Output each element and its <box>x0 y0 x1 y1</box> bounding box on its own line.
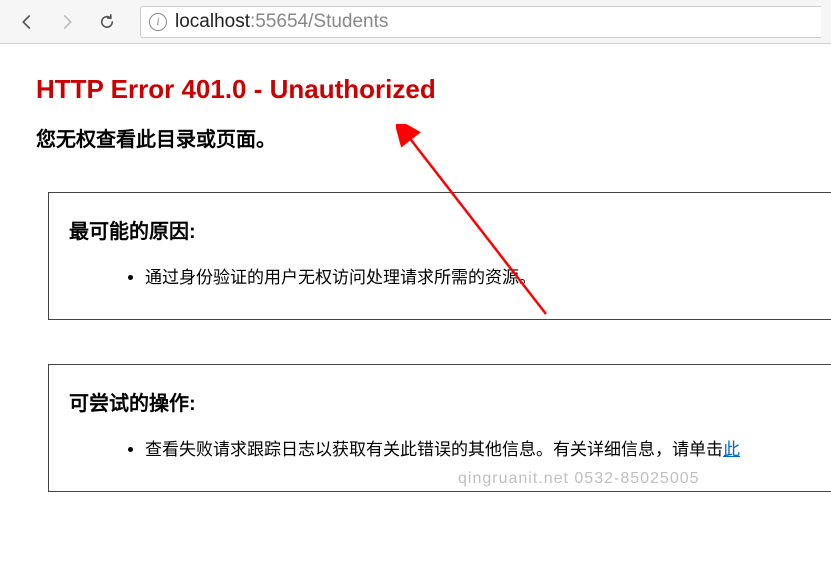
actions-title: 可尝试的操作: <box>69 387 831 416</box>
action-text: 查看失败请求跟踪日志以获取有关此错误的其他信息。有关详细信息，请单击 <box>145 440 723 459</box>
actions-section: 可尝试的操作: 查看失败请求跟踪日志以获取有关此错误的其他信息。有关详细信息，请… <box>48 364 831 492</box>
forward-button[interactable] <box>50 7 84 37</box>
causes-list: 通过身份验证的用户无权访问处理请求所需的资源。 <box>69 264 831 291</box>
arrow-left-icon <box>18 13 36 31</box>
browser-toolbar: i localhost:55654/Students <box>0 0 831 44</box>
error-subtitle: 您无权查看此目录或页面。 <box>36 123 831 152</box>
details-link[interactable]: 此 <box>723 440 740 459</box>
list-item: 查看失败请求跟踪日志以获取有关此错误的其他信息。有关详细信息，请单击此 <box>145 436 831 463</box>
url-host: localhost <box>175 11 250 32</box>
reload-button[interactable] <box>90 7 124 37</box>
back-button[interactable] <box>10 7 44 37</box>
causes-title: 最可能的原因: <box>69 215 831 244</box>
actions-list: 查看失败请求跟踪日志以获取有关此错误的其他信息。有关详细信息，请单击此 <box>69 436 831 463</box>
info-icon[interactable]: i <box>149 13 167 31</box>
list-item: 通过身份验证的用户无权访问处理请求所需的资源。 <box>145 264 831 291</box>
address-bar[interactable]: i localhost:55654/Students <box>140 6 821 38</box>
url-path: :55654/Students <box>250 11 388 32</box>
arrow-right-icon <box>58 13 76 31</box>
url-text: localhost:55654/Students <box>175 11 388 33</box>
error-page-content: HTTP Error 401.0 - Unauthorized 您无权查看此目录… <box>0 44 831 492</box>
causes-section: 最可能的原因: 通过身份验证的用户无权访问处理请求所需的资源。 <box>48 192 831 320</box>
reload-icon <box>98 13 116 31</box>
error-title: HTTP Error 401.0 - Unauthorized <box>36 74 831 105</box>
